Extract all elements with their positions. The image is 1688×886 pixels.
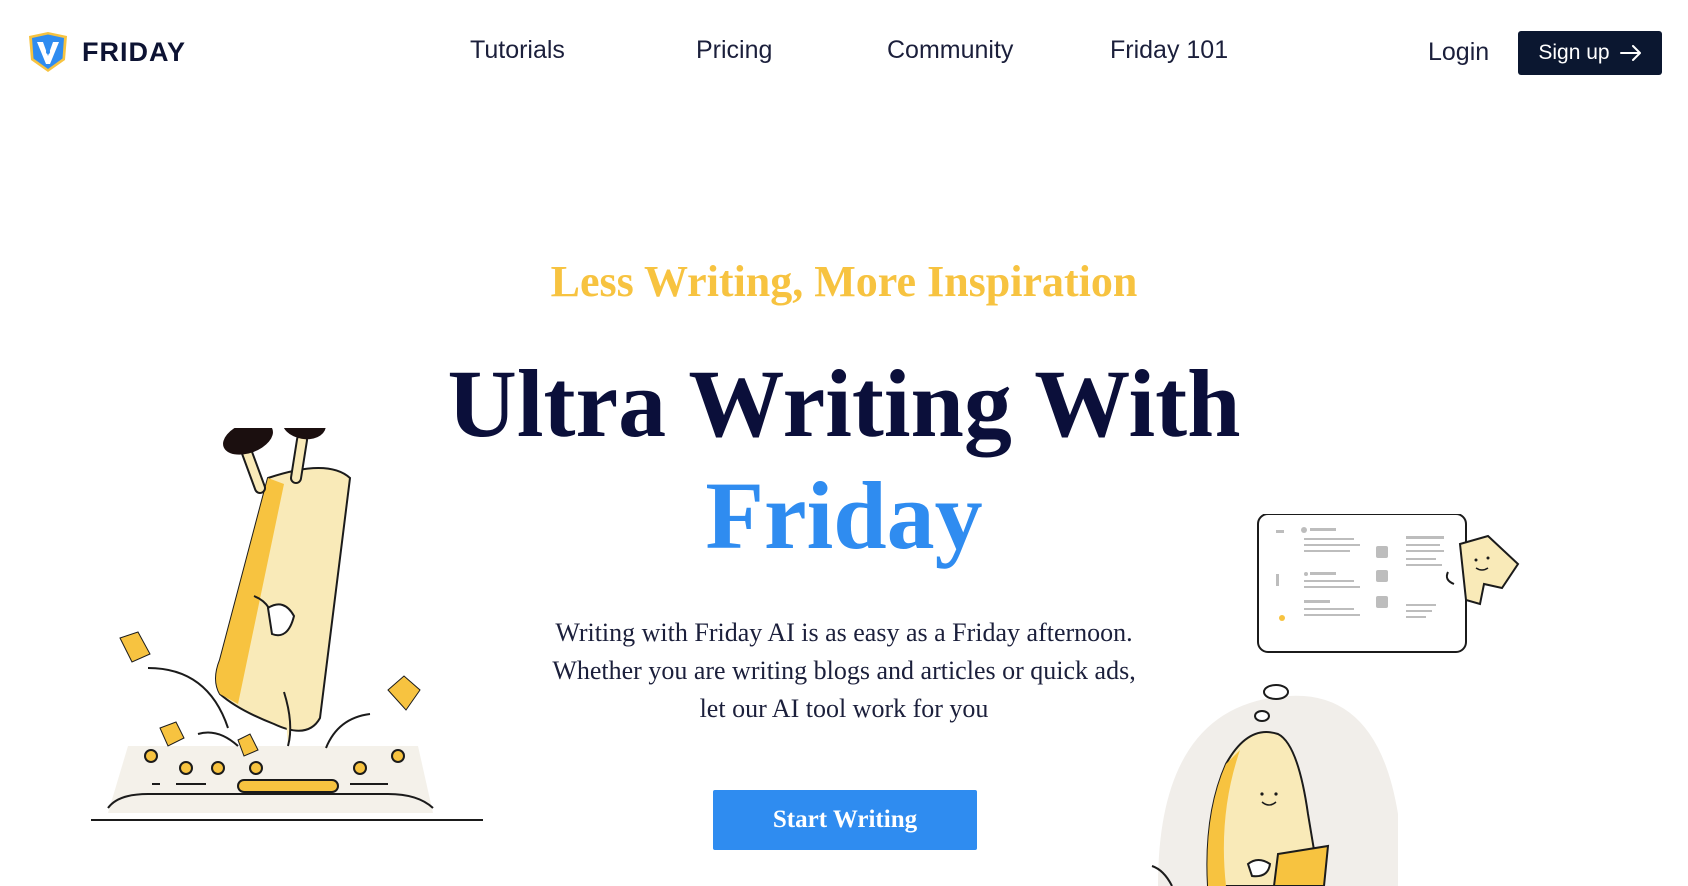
pen-character-handstand-illustration xyxy=(91,428,483,821)
sign-up-label: Sign up xyxy=(1538,41,1610,64)
nav-link-community[interactable]: Community xyxy=(887,36,1013,65)
arrow-right-icon xyxy=(1619,45,1641,61)
site-header: FRIDAY Tutorials Pricing Community Frida… xyxy=(0,0,1688,104)
nav-link-friday-101[interactable]: Friday 101 xyxy=(1110,36,1228,65)
login-link[interactable]: Login xyxy=(1428,38,1489,67)
nav-link-tutorials[interactable]: Tutorials xyxy=(470,36,565,65)
nav-link-pricing[interactable]: Pricing xyxy=(696,36,772,65)
start-writing-button[interactable]: Start Writing xyxy=(713,790,977,850)
hero-tagline: Less Writing, More Inspiration xyxy=(550,257,1138,306)
landing-page: FRIDAY Tutorials Pricing Community Frida… xyxy=(0,0,1688,886)
character-thinking-document-illustration xyxy=(1151,514,1520,886)
hero-title-line1: Ultra Writing With xyxy=(447,350,1241,457)
sign-up-button[interactable]: Sign up xyxy=(1518,31,1662,75)
